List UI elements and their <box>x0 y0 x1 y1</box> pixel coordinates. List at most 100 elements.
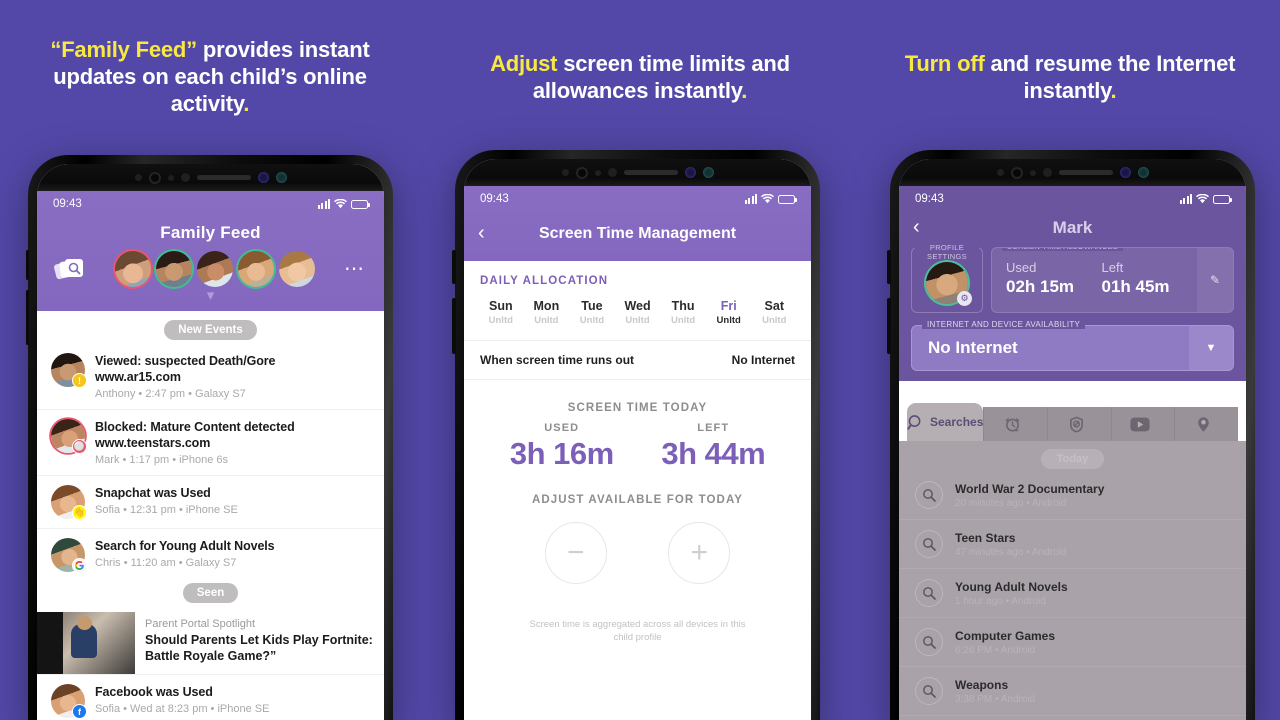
allowances-legend: SCREEN TIME ALLOWANCES <box>1002 248 1124 251</box>
feed-item-title: Facebook was Used <box>95 685 213 699</box>
phone3-status-time: 09:43 <box>915 193 944 205</box>
phone2-volume-down-button <box>452 298 456 354</box>
pencil-edit-icon[interactable]: ✎ <box>1197 248 1233 312</box>
searches-list[interactable]: Today World War 2 Documentary 20 minutes… <box>899 441 1246 720</box>
heading-3-period: . <box>1110 78 1117 103</box>
more-options-icon[interactable]: ⋯ <box>344 259 366 279</box>
adjust-label: ADJUST AVAILABLE FOR TODAY <box>531 494 744 506</box>
day-mon[interactable]: Mon Unltd <box>524 299 570 326</box>
secondary-lens-icon <box>702 167 714 178</box>
seen-divider: Seen <box>37 581 384 612</box>
day-name: Sat <box>764 299 784 313</box>
tab-youtube[interactable] <box>1110 407 1175 441</box>
day-thu[interactable]: Thu Unltd <box>660 299 706 326</box>
phone-mockup-family-feed: 09:43 Family Feed ⋯ ▾ New Events ! Viewe… <box>26 155 393 720</box>
gear-icon[interactable]: ⚙ <box>957 291 972 306</box>
feed-item[interactable]: ⚪ Blocked: Mature Content detected www.t… <box>37 410 384 476</box>
search-meta: 3:38 PM • Android <box>955 693 1036 705</box>
day-wed[interactable]: Wed Unltd <box>615 299 661 326</box>
feed-item[interactable]: Search for Young Adult Novels Chris • 11… <box>37 529 384 581</box>
tab-bar: Searches <box>899 403 1246 441</box>
family-feed-list[interactable]: New Events ! Viewed: suspected Death/Gor… <box>37 311 384 720</box>
tab-location[interactable] <box>1174 407 1238 441</box>
search-icon <box>915 530 943 558</box>
day-name: Sun <box>488 299 513 313</box>
photo-stack-search-icon[interactable] <box>53 256 85 282</box>
earpiece-speaker-icon <box>623 170 678 175</box>
cellular-bars-icon <box>744 194 757 204</box>
spotlight-card[interactable]: Parent Portal Spotlight Should Parents L… <box>37 612 384 675</box>
day-sun[interactable]: Sun Unltd <box>478 299 524 326</box>
left-value: 01h 45m <box>1101 277 1170 296</box>
new-events-divider: New Events <box>37 311 384 344</box>
screen-time-allowances-card[interactable]: SCREEN TIME ALLOWANCES Used 02h 15m Left… <box>991 247 1234 313</box>
phone1-screen: 09:43 Family Feed ⋯ ▾ New Events ! Viewe… <box>37 164 384 720</box>
avatar-mark[interactable] <box>155 251 192 287</box>
search-meta: 20 minutes ago • Android <box>955 497 1067 509</box>
day-value: Unltd <box>716 315 741 326</box>
feed-item-meta: Anthony • 2:47 pm • Galaxy S7 <box>95 388 246 400</box>
chevron-down-icon[interactable]: ▾ <box>37 288 384 305</box>
feed-item[interactable]: f Facebook was Used Sofia • Wed at 8:23 … <box>37 675 384 720</box>
new-events-pill: New Events <box>164 320 257 340</box>
front-camera-icon <box>148 171 161 184</box>
day-fri[interactable]: Fri Unltd <box>706 299 752 326</box>
phone3-volume-up-button <box>887 250 891 284</box>
list-item[interactable]: Teen Stars 47 minutes ago • Android <box>899 520 1246 569</box>
avatar-emma[interactable] <box>278 251 315 287</box>
cellular-bars-icon <box>1179 194 1192 204</box>
runs-out-value: No Internet <box>731 353 795 367</box>
list-item[interactable]: Computer Games 6:26 PM • Android <box>899 618 1246 667</box>
search-meta: 6:26 PM • Android <box>955 644 1036 656</box>
facebook-badge-icon: f <box>72 704 87 719</box>
seen-pill: Seen <box>182 583 239 603</box>
phone3-status-bar: 09:43 <box>899 186 1246 212</box>
tab-searches[interactable]: Searches <box>907 403 984 441</box>
profile-settings-card[interactable]: PROFILE SETTINGS ⚙ <box>911 243 983 313</box>
proximity-sensor-icon <box>996 169 1004 176</box>
earpiece-speaker-icon <box>196 175 251 180</box>
used-column: Used 02h 15m <box>1006 260 1102 302</box>
runs-out-row[interactable]: When screen time runs out No Internet <box>464 340 811 380</box>
avatar-sofia[interactable] <box>196 251 233 287</box>
list-item[interactable]: Young Adult Novels 1 hour ago • Android <box>899 569 1246 618</box>
proximity-sensor-icon <box>134 174 142 181</box>
secondary-lens-icon <box>1137 167 1149 178</box>
profile-settings-label: PROFILE SETTINGS <box>915 243 979 261</box>
phone2-notch <box>464 159 811 186</box>
list-item[interactable]: Weapons 3:38 PM • Android <box>899 667 1246 716</box>
avatar-anthony[interactable] <box>114 251 151 287</box>
feed-item-title: Search for Young Adult Novels <box>95 539 275 553</box>
spotlight-image <box>37 612 135 674</box>
minus-icon[interactable]: − <box>544 522 607 584</box>
day-sat[interactable]: Sat Unltd <box>751 299 797 326</box>
search-meta: 1 hour ago • Android <box>955 595 1046 607</box>
plus-icon[interactable]: + <box>668 522 731 584</box>
day-tue[interactable]: Tue Unltd <box>569 299 615 326</box>
day-value: Unltd <box>762 315 787 326</box>
left-column: LEFT 3h 44m <box>638 422 790 472</box>
phone2-status-time: 09:43 <box>480 193 509 205</box>
avatar-chris[interactable] <box>237 251 274 287</box>
days-row: Sun Unltd Mon Unltd Tue Unltd Wed Unltd Thu U… <box>464 287 811 340</box>
avatar[interactable]: ⚙ <box>926 262 972 306</box>
front-camera-icon <box>1010 166 1023 179</box>
alarm-clock-icon <box>1005 417 1020 432</box>
day-value: Unltd <box>488 315 513 326</box>
feed-item[interactable]: ! Viewed: suspected Death/Gore www.ar15.… <box>37 344 384 410</box>
spotlight-title: Should Parents Let Kids Play Fortnite: B… <box>145 633 373 663</box>
list-item[interactable]: World War 2 Documentary 20 minutes ago •… <box>899 471 1246 520</box>
tab-screen-time[interactable] <box>983 407 1048 441</box>
tab-blocked[interactable] <box>1047 407 1111 441</box>
battery-icon <box>778 194 797 204</box>
footnote: Screen time is aggregated across all dev… <box>529 619 746 643</box>
search-meta: 47 minutes ago • Android <box>955 546 1067 558</box>
phone1-status-bar: 09:43 <box>37 191 384 217</box>
secondary-lens-icon <box>275 172 287 183</box>
phone2-status-bar: 09:43 <box>464 186 811 212</box>
availability-dropdown[interactable]: INTERNET AND DEVICE AVAILABILITY No Inte… <box>911 320 1234 371</box>
chevron-down-icon[interactable]: ▼ <box>1189 326 1233 370</box>
day-value: Unltd <box>625 315 650 326</box>
day-value: Unltd <box>534 315 559 326</box>
feed-item[interactable]: 👋 Snapchat was Used Sofia • 12:31 pm • i… <box>37 476 384 529</box>
